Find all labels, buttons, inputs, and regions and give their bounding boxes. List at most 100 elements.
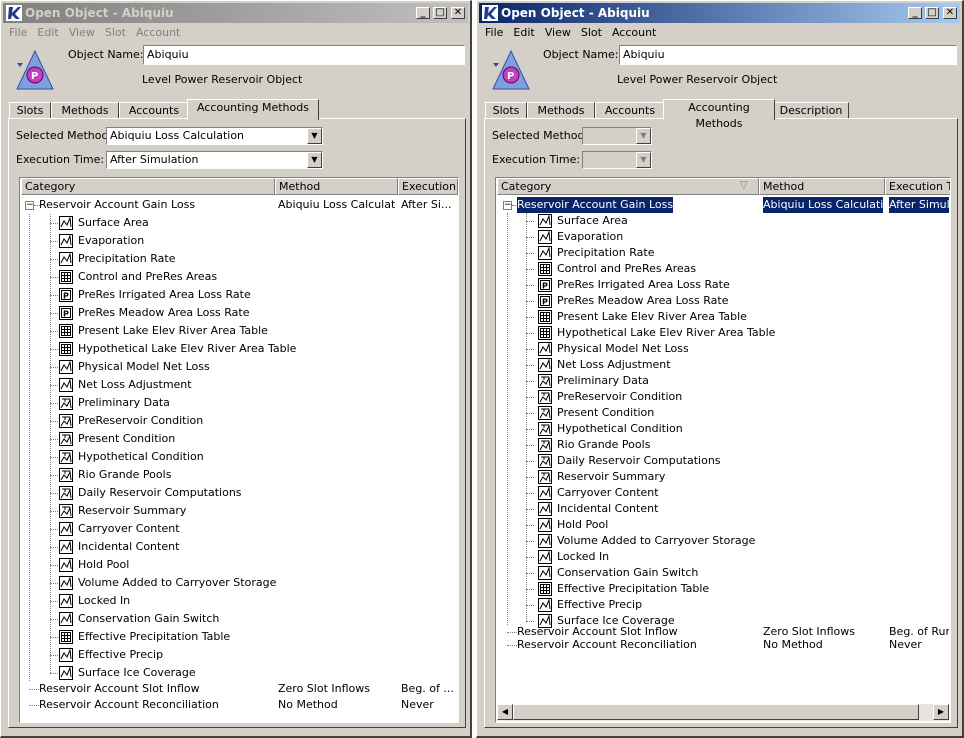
tree-row-slot[interactable]: Evaporation <box>496 229 950 245</box>
tree-row-slot[interactable]: Hypothetical Condition <box>496 421 950 437</box>
tree-row-slot[interactable]: Control and PreRes Areas <box>20 268 458 286</box>
tree-row-slot[interactable]: Hypothetical Lake Elev River Area Table <box>20 340 458 358</box>
tree-row-slot[interactable]: Volume Added to Carryover Storage <box>20 574 458 592</box>
menu-edit[interactable]: Edit <box>513 26 534 39</box>
tree-row-slot[interactable]: Surface Area <box>496 213 950 229</box>
tree-row-slot[interactable]: P PreRes Meadow Area Loss Rate <box>496 293 950 309</box>
tree-row-slot[interactable]: Incidental Content <box>496 501 950 517</box>
selected-method-dropdown[interactable]: Abiquiu Loss Calculation ▼ <box>106 127 323 145</box>
object-name-field[interactable]: Abiquiu <box>619 45 957 65</box>
tree-row-slot[interactable]: Evaporation <box>20 232 458 250</box>
tree-row-category[interactable]: Reservoir Account Reconciliation No Metho… <box>496 638 950 651</box>
close-button[interactable]: ✕ <box>451 7 465 19</box>
object-name-field[interactable]: Abiquiu <box>143 45 465 65</box>
tree-row-slot[interactable]: Present Lake Elev River Area Table <box>496 309 950 325</box>
tree-row-slot[interactable]: Present Lake Elev River Area Table <box>20 322 458 340</box>
tree-row-slot[interactable]: Physical Model Net Loss <box>20 358 458 376</box>
tree-row-slot[interactable]: Daily Reservoir Computations <box>496 453 950 469</box>
menu-slot[interactable]: Slot <box>581 26 602 39</box>
tree-row-slot[interactable]: Net Loss Adjustment <box>496 357 950 373</box>
tree-row-slot[interactable]: Effective Precipitation Table <box>496 581 950 597</box>
tab-accounting-methods[interactable]: Accounting Methods <box>187 99 319 120</box>
execution-time-dropdown[interactable]: ▼ <box>582 151 652 169</box>
tree-row-slot[interactable]: Rio Grande Pools <box>496 437 950 453</box>
tree-row-slot[interactable]: P PreRes Irrigated Area Loss Rate <box>496 277 950 293</box>
tab-methods[interactable]: Methods <box>527 102 595 119</box>
tree-row-slot[interactable]: Surface Ice Coverage <box>20 664 458 682</box>
tree-row-slot[interactable]: Locked In <box>496 549 950 565</box>
collapse-icon[interactable]: − <box>25 200 34 210</box>
tree-row-slot[interactable]: Present Condition <box>20 430 458 448</box>
selected-method-dropdown[interactable]: ▼ <box>582 127 652 145</box>
execution-time-dropdown[interactable]: After Simulation ▼ <box>106 151 323 169</box>
tree-row-slot[interactable]: Daily Reservoir Computations <box>20 484 458 502</box>
maximize-button[interactable]: □ <box>433 7 447 19</box>
tab-methods[interactable]: Methods <box>51 102 119 119</box>
menu-slot[interactable]: Slot <box>105 26 126 39</box>
maximize-button[interactable]: □ <box>925 7 939 19</box>
tree-row-slot[interactable]: PreReservoir Condition <box>496 389 950 405</box>
right-title-bar[interactable]: Open Object - Abiquiu _ □ ✕ <box>479 3 960 23</box>
tab-slots[interactable]: Slots <box>9 102 51 119</box>
tree-row-slot[interactable]: Hypothetical Condition <box>20 448 458 466</box>
tree-row-category[interactable]: Reservoir Account Slot Inflow Zero Slot I… <box>20 681 458 697</box>
tab-slots[interactable]: Slots <box>485 102 527 119</box>
accounting-methods-tree[interactable]: Category Method Execution − Reservoir Accoun… <box>19 177 459 723</box>
tree-row-slot[interactable]: Net Loss Adjustment <box>20 376 458 394</box>
tree-row-root[interactable]: − Reservoir Account Gain Loss Abiquiu Loss… <box>20 196 458 214</box>
tree-row-slot[interactable]: Hold Pool <box>20 556 458 574</box>
tree-row-slot[interactable]: Present Condition <box>496 405 950 421</box>
chevron-down-icon[interactable]: ▼ <box>636 128 651 144</box>
tree-row-slot[interactable]: Physical Model Net Loss <box>496 341 950 357</box>
menu-account[interactable]: Account <box>612 26 656 39</box>
minimize-button[interactable]: _ <box>416 7 430 19</box>
tree-row-slot[interactable]: Precipitation Rate <box>496 245 950 261</box>
menu-file[interactable]: File <box>485 26 503 39</box>
tree-row-slot[interactable]: Effective Precip <box>20 646 458 664</box>
column-header-execution[interactable]: Execution <box>398 178 458 195</box>
left-title-bar[interactable]: Open Object - Abiquiu _ □ ✕ <box>3 3 468 23</box>
scroll-thumb[interactable] <box>513 704 919 720</box>
scroll-left-icon[interactable]: ◀ <box>497 704 513 720</box>
tree-row-slot[interactable]: Hold Pool <box>496 517 950 533</box>
tree-row-slot[interactable]: Preliminary Data <box>496 373 950 389</box>
menu-view[interactable]: View <box>69 26 95 39</box>
tree-row-slot[interactable]: Control and PreRes Areas <box>496 261 950 277</box>
tree-row-slot[interactable]: Surface Area <box>20 214 458 232</box>
tree-row-category[interactable]: Reservoir Account Reconciliation No Metho… <box>20 697 458 713</box>
column-header-category[interactable]: Category <box>21 178 275 195</box>
menu-file[interactable]: File <box>9 26 27 39</box>
tree-row-slot[interactable]: Conservation Gain Switch <box>496 565 950 581</box>
horizontal-scrollbar[interactable]: ◀ ▶ <box>497 704 949 721</box>
tree-row-slot[interactable]: Reservoir Summary <box>496 469 950 485</box>
tree-row-slot[interactable]: Hypothetical Lake Elev River Area Table <box>496 325 950 341</box>
minimize-button[interactable]: _ <box>908 7 922 19</box>
tree-row-slot[interactable]: Conservation Gain Switch <box>20 610 458 628</box>
chevron-down-icon[interactable]: ▼ <box>307 128 322 144</box>
chevron-down-icon[interactable]: ▼ <box>307 152 322 168</box>
tree-row-slot[interactable]: Precipitation Rate <box>20 250 458 268</box>
tab-description[interactable]: Description <box>773 102 849 119</box>
close-button[interactable]: ✕ <box>943 7 957 19</box>
tree-row-slot[interactable]: Preliminary Data <box>20 394 458 412</box>
tree-row-slot[interactable]: Rio Grande Pools <box>20 466 458 484</box>
tree-row-slot[interactable]: Volume Added to Carryover Storage <box>496 533 950 549</box>
tree-row-slot[interactable]: Carryover Content <box>496 485 950 501</box>
menu-view[interactable]: View <box>545 26 571 39</box>
column-header-method[interactable]: Method <box>759 178 885 195</box>
tree-row-slot[interactable]: Effective Precip <box>496 597 950 613</box>
tab-accounts[interactable]: Accounts <box>595 102 665 119</box>
tab-accounting-methods[interactable]: Accounting Methods <box>663 99 775 130</box>
tree-row-slot[interactable]: Incidental Content <box>20 538 458 556</box>
column-header-category[interactable]: Category <box>497 178 759 195</box>
accounting-methods-tree[interactable]: CategoryMethodExecution Tim▽−Reservoir A… <box>495 177 951 723</box>
column-header-execution-tim[interactable]: Execution Tim <box>885 178 950 195</box>
chevron-down-icon[interactable]: ▼ <box>636 152 651 168</box>
collapse-icon[interactable]: − <box>503 200 512 210</box>
column-header-method[interactable]: Method <box>275 178 398 195</box>
menu-account[interactable]: Account <box>136 26 180 39</box>
scroll-right-icon[interactable]: ▶ <box>933 704 949 720</box>
tree-row-slot[interactable]: P PreRes Meadow Area Loss Rate <box>20 304 458 322</box>
tree-row-slot[interactable]: Reservoir Summary <box>20 502 458 520</box>
tree-row-slot[interactable]: Effective Precipitation Table <box>20 628 458 646</box>
